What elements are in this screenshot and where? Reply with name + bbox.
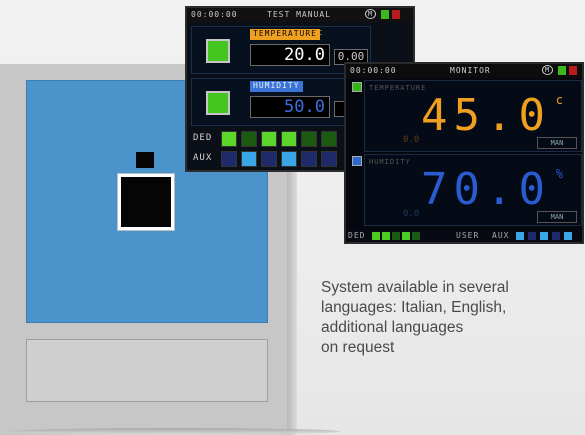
- footer-ded-cell-5[interactable]: [412, 232, 420, 240]
- aux-cell-2[interactable]: [241, 151, 257, 167]
- ded-cell-6[interactable]: [321, 131, 337, 147]
- footer-ded-label: DED: [348, 231, 366, 240]
- humidity-toggle-button[interactable]: [206, 91, 230, 115]
- floor-shadow: [10, 428, 340, 435]
- caption-line-1: System available in several: [321, 279, 509, 296]
- temperature-monitor-panel: TEMPERATURE 45.0 c 0.0 MAN: [364, 80, 582, 152]
- door-small-indicator: [136, 152, 154, 168]
- footer-aux-label: AUX: [492, 231, 510, 240]
- aux-row-label: AUX: [193, 153, 213, 163]
- aux-cell-1[interactable]: [221, 151, 237, 167]
- humidity-side-indicator: [352, 156, 362, 166]
- ded-cell-3[interactable]: [261, 131, 277, 147]
- temperature-side-indicator: [352, 82, 362, 92]
- footer-user-label: USER: [456, 231, 480, 240]
- manual-time: 00:00:00: [191, 10, 238, 19]
- temperature-label: TEMPERATURE: [250, 29, 320, 40]
- manual-status-red-icon: [392, 10, 400, 19]
- languages-caption: System available in several languages: I…: [321, 278, 581, 358]
- manual-mode-badge: M: [365, 9, 376, 19]
- ded-row-label: DED: [193, 133, 213, 143]
- monitor-temperature-unit: c: [555, 93, 563, 107]
- manual-title-bar: 00:00:00 TEST MANUAL M: [187, 8, 413, 22]
- footer-aux-cell-5[interactable]: [564, 232, 572, 240]
- monitor-title-bar: 00:00:00 MONITOR M: [346, 64, 582, 78]
- humidity-monitor-panel: HUMIDITY 70.0 % 0.0 MAN: [364, 154, 582, 226]
- aux-cell-6[interactable]: [321, 151, 337, 167]
- footer-ded-cell-1[interactable]: [372, 232, 380, 240]
- manual-status-green-icon: [381, 10, 389, 19]
- footer-ded-cell-3[interactable]: [392, 232, 400, 240]
- footer-ded-cell-2[interactable]: [382, 232, 390, 240]
- monitor-temperature-small: 0.0: [403, 135, 420, 145]
- door-control-panel: [117, 173, 175, 231]
- monitor-status-green-icon: [558, 66, 566, 75]
- temperature-setpoint-field[interactable]: 20.0: [250, 44, 330, 66]
- footer-aux-cell-1[interactable]: [516, 232, 524, 240]
- monitor-mode-badge: M: [542, 65, 553, 75]
- caption-line-4: on request: [321, 339, 395, 356]
- humidity-setpoint-field[interactable]: 50.0: [250, 96, 330, 118]
- monitor-humidity-small: 0.0: [403, 209, 420, 219]
- monitor-temperature-value: 45.0: [421, 90, 551, 141]
- ded-cell-2[interactable]: [241, 131, 257, 147]
- monitor-humidity-label: HUMIDITY: [369, 158, 411, 166]
- footer-ded-cell-4[interactable]: [402, 232, 410, 240]
- aux-cell-5[interactable]: [301, 151, 317, 167]
- footer-aux-cell-2[interactable]: [528, 232, 536, 240]
- ded-cell-4[interactable]: [281, 131, 297, 147]
- monitor-footer-bar: DED USER AUX: [346, 230, 582, 242]
- aux-cell-4[interactable]: [281, 151, 297, 167]
- monitor-screen: 00:00:00 MONITOR M TEMPERATURE 45.0 c 0.…: [344, 62, 584, 244]
- monitor-humidity-unit: %: [555, 167, 563, 181]
- footer-aux-cell-3[interactable]: [540, 232, 548, 240]
- monitor-time: 00:00:00: [350, 66, 397, 75]
- aux-cell-3[interactable]: [261, 151, 277, 167]
- temperature-man-button[interactable]: MAN: [537, 137, 577, 149]
- ded-cell-5[interactable]: [301, 131, 317, 147]
- humidity-man-button[interactable]: MAN: [537, 211, 577, 223]
- chamber-base-panel: [26, 339, 268, 402]
- manual-title: TEST MANUAL: [267, 10, 331, 19]
- caption-line-2: languages: Italian, English,: [321, 299, 507, 316]
- monitor-title: MONITOR: [450, 66, 491, 75]
- monitor-status-red-icon: [569, 66, 577, 75]
- monitor-temperature-label: TEMPERATURE: [369, 84, 427, 92]
- monitor-humidity-value: 70.0: [421, 164, 551, 215]
- footer-aux-cell-4[interactable]: [552, 232, 560, 240]
- ded-cell-1[interactable]: [221, 131, 237, 147]
- caption-line-3: additional languages: [321, 319, 464, 336]
- temperature-unit: °C: [314, 29, 323, 37]
- temperature-toggle-button[interactable]: [206, 39, 230, 63]
- humidity-label: HUMIDITY: [250, 81, 303, 92]
